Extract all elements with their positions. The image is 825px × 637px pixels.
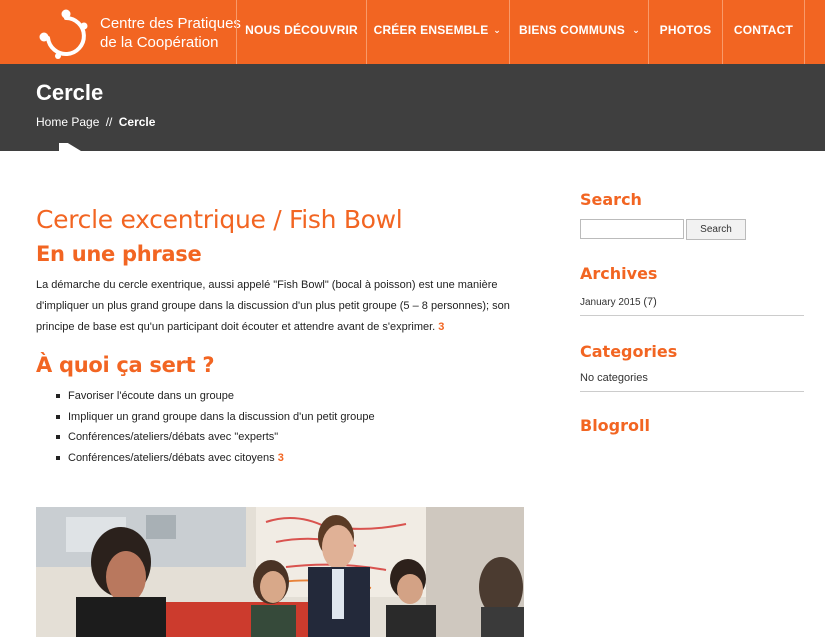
archive-count: (7) [643, 296, 657, 308]
categories-empty-text: No categories [580, 372, 648, 384]
divider [580, 315, 804, 316]
list-item-text: Conférences/ateliers/débats avec citoyen… [68, 451, 275, 464]
search-form: Search [580, 219, 804, 240]
breadcrumb-current: Cercle [118, 115, 156, 129]
top-navigation-bar: Centre des Pratiques de la Coopération N… [0, 0, 825, 64]
nav-label: CRÉER ENSEMBLE [373, 23, 489, 37]
archive-link[interactable]: January 2015 [580, 297, 641, 308]
nav-item-photos[interactable]: PHOTOS [648, 0, 722, 64]
search-button[interactable]: Search [686, 219, 746, 240]
section-paragraph: La démarche du cercle exentrique, aussi … [36, 275, 531, 338]
site-logo[interactable]: Centre des Pratiques de la Coopération [36, 4, 246, 60]
chevron-down-icon: ⌄ [493, 25, 501, 35]
archive-item: January 2015 (7) [580, 296, 804, 308]
logo-circle-icon [39, 9, 88, 59]
list-item: Favoriser l'écoute dans un groupe [56, 386, 536, 407]
nav-label: NOUS DÉCOUVRIR [245, 23, 358, 37]
article-photo [36, 507, 524, 637]
section-heading-en-une-phrase: En une phrase [36, 242, 202, 266]
nav-divider [804, 0, 805, 64]
article-title: Cercle excentrique / Fish Bowl [36, 205, 403, 234]
logo-line-2: de la Coopération [100, 34, 219, 51]
chevron-down-icon: ⌄ [632, 25, 640, 35]
nav-item-contact[interactable]: CONTACT [722, 0, 804, 64]
page-title: Cercle [36, 80, 104, 105]
breadcrumb-separator: // [105, 115, 113, 129]
nav-item-biens-communs[interactable]: BIENS COMMUNS ⌄ [509, 0, 648, 64]
main-nav: NOUS DÉCOUVRIR CRÉER ENSEMBLE ⌄ BIENS CO… [236, 0, 805, 64]
breadcrumb-home-link[interactable]: Home Page [36, 115, 99, 129]
page-title-band: Cercle Home Page // Cercle [0, 64, 825, 151]
nav-label: BIENS COMMUNS [519, 23, 625, 37]
search-input[interactable] [580, 219, 684, 239]
footnote-link[interactable]: 3 [278, 452, 284, 464]
archives-heading: Archives [580, 264, 658, 283]
list-item: Conférences/ateliers/débats avec citoyen… [56, 448, 536, 469]
list-item: Impliquer un grand groupe dans la discus… [56, 407, 536, 428]
divider [580, 391, 804, 392]
nav-item-creer-ensemble[interactable]: CRÉER ENSEMBLE ⌄ [366, 0, 509, 64]
breadcrumb: Home Page // Cercle [36, 115, 155, 129]
footnote-link[interactable]: 3 [438, 321, 444, 333]
nav-item-nous-decouvrir[interactable]: NOUS DÉCOUVRIR [236, 0, 366, 64]
group-discussion-photo [36, 507, 524, 637]
list-item: Conférences/ateliers/débats avec "expert… [56, 427, 536, 448]
nav-label: PHOTOS [659, 23, 712, 37]
search-heading: Search [580, 190, 642, 209]
section-heading-a-quoi-ca-sert: À quoi ça sert ? [36, 353, 215, 377]
logo-text: Centre des Pratiques de la Coopération [100, 14, 241, 52]
logo-line-1: Centre des Pratiques [100, 15, 241, 32]
article-content: Cercle excentrique / Fish Bowl En une ph… [36, 205, 536, 468]
bullet-list: Favoriser l'écoute dans un groupe Impliq… [56, 386, 536, 468]
nav-label: CONTACT [733, 23, 794, 37]
blogroll-heading: Blogroll [580, 416, 650, 435]
categories-heading: Categories [580, 342, 678, 361]
sidebar: Search Search Archives January 2015 (7) … [580, 190, 804, 435]
